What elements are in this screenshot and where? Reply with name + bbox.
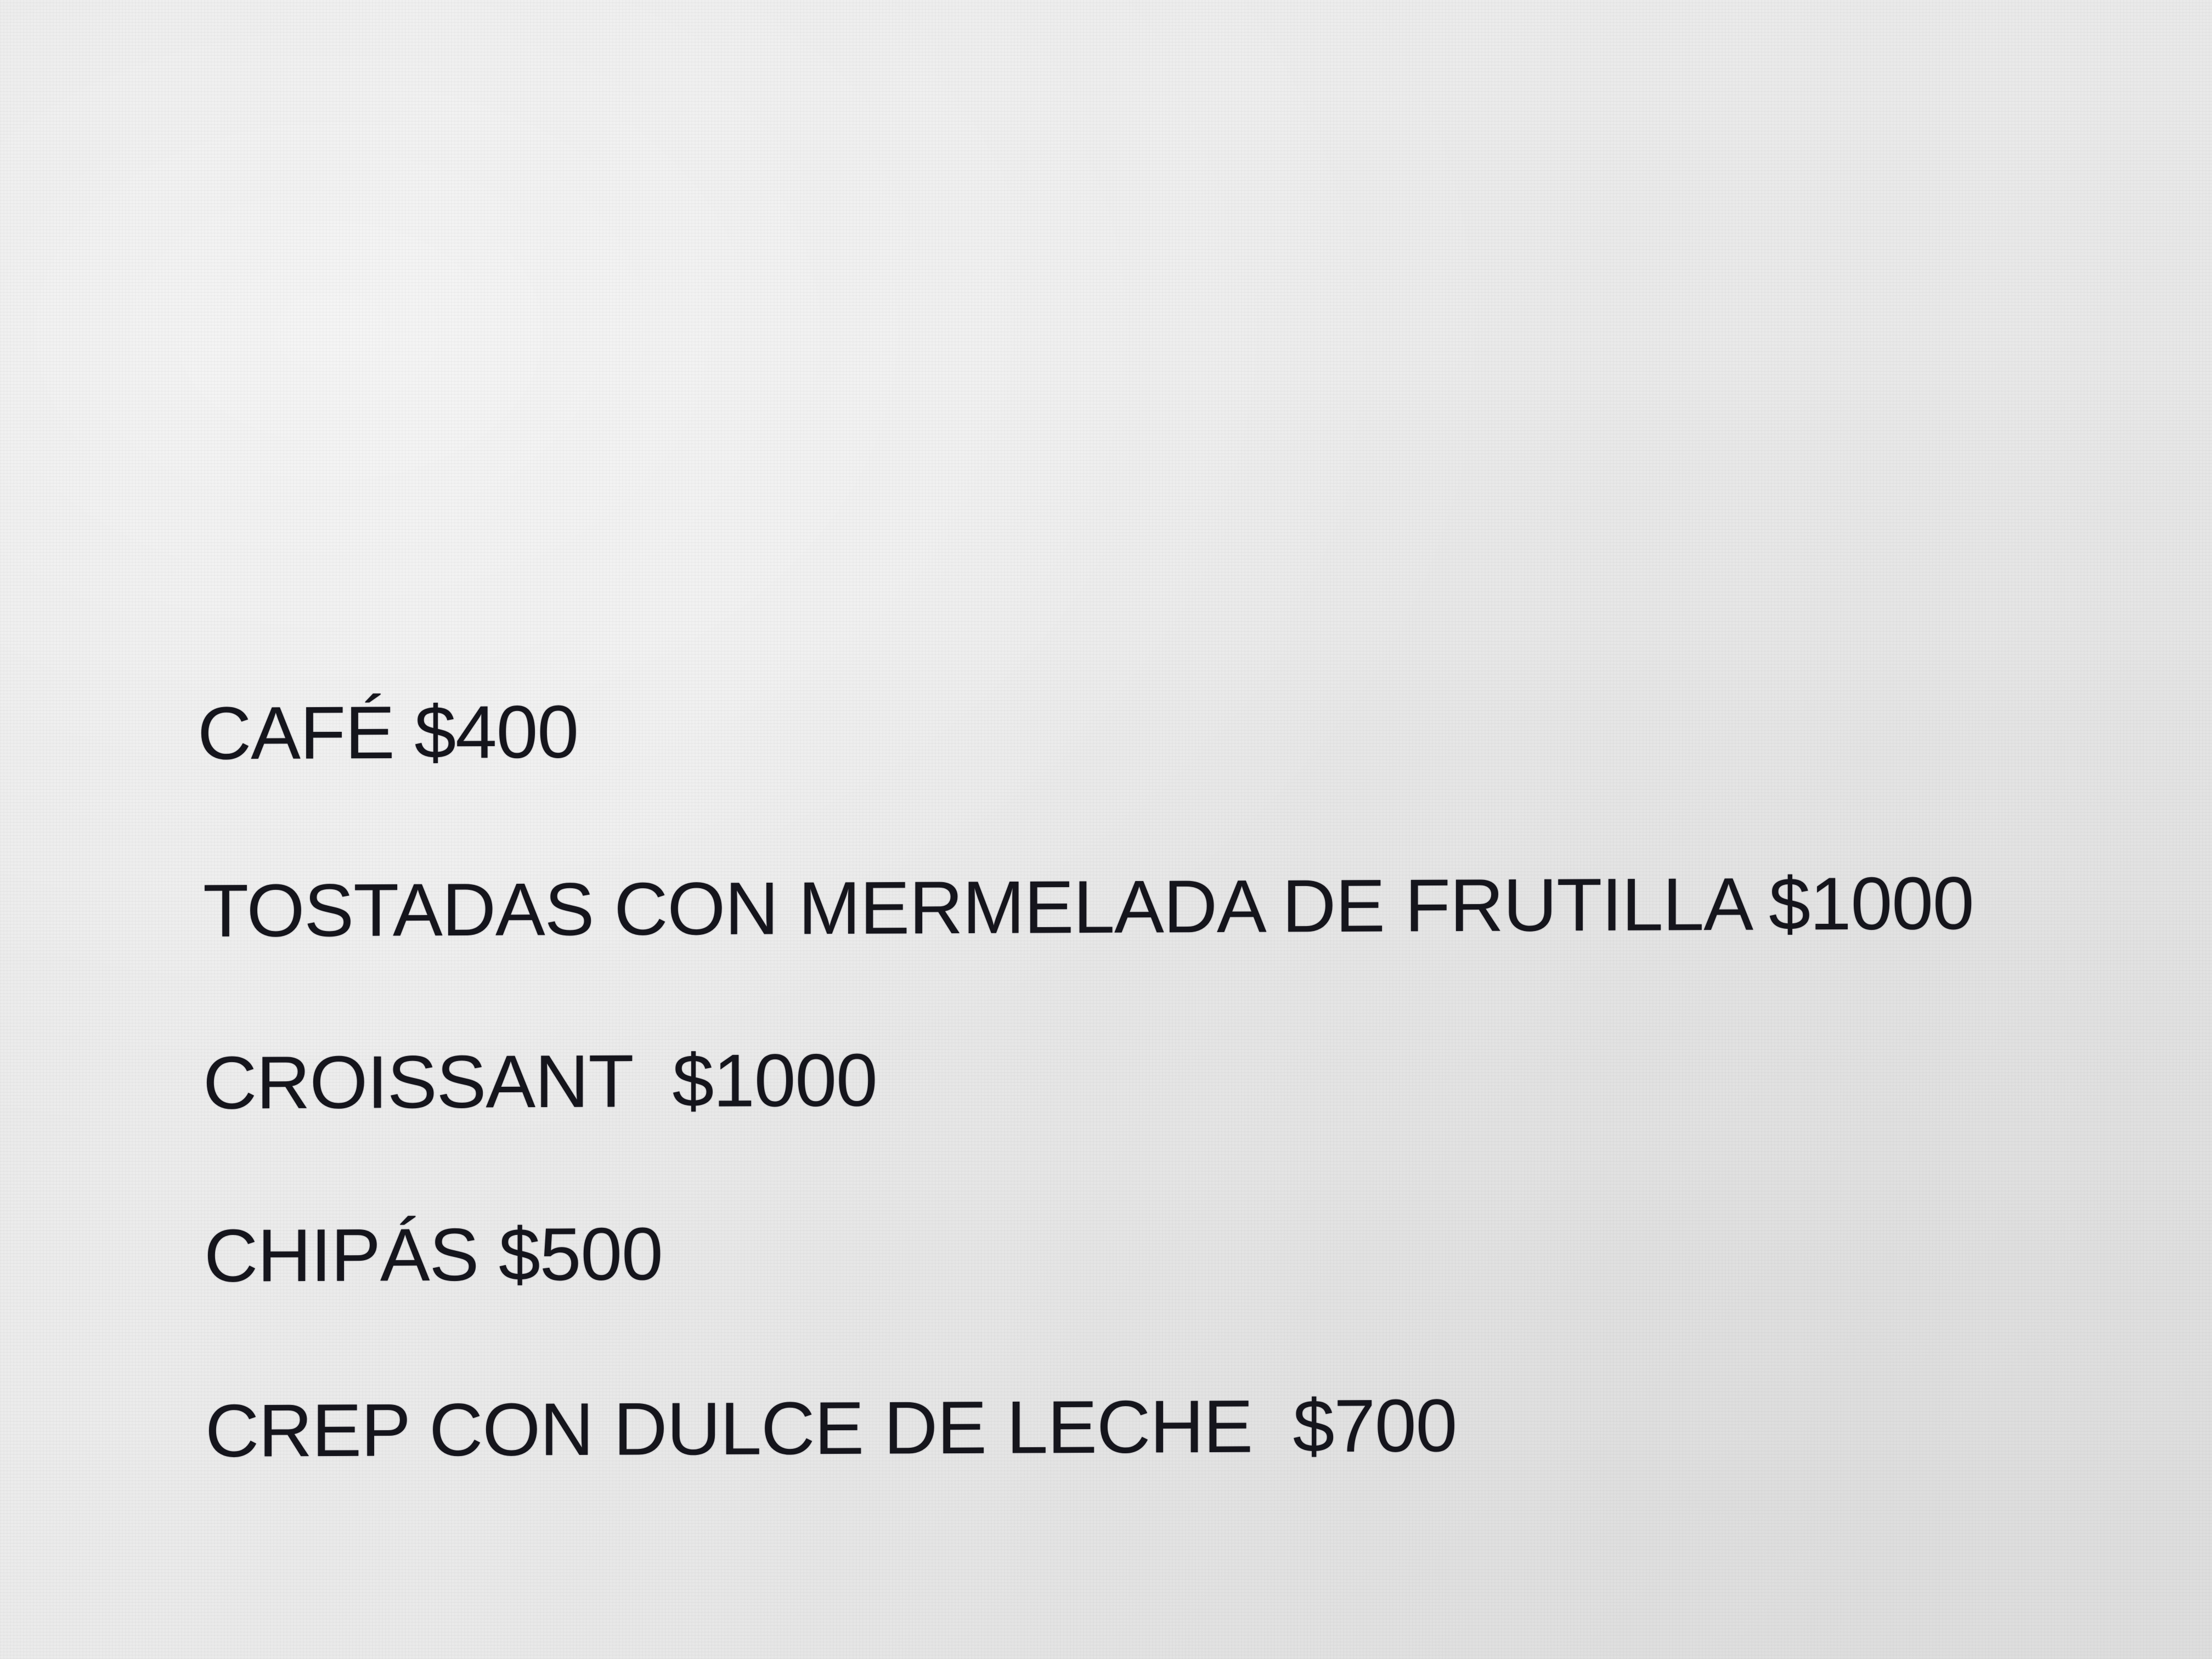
menu-item-crep: CREP CON DULCE DE LECHE $700: [205, 1384, 1457, 1472]
menu-item-tostadas: TOSTADAS CON MERMELADA DE FRUTILLA $1000: [203, 861, 1974, 953]
menu-item-cafe: CAFÉ $400: [198, 690, 579, 775]
menu-item-croissant: CROISSANT $1000: [203, 1038, 877, 1125]
menu-item-chipas: CHIPÁS $500: [204, 1212, 663, 1297]
